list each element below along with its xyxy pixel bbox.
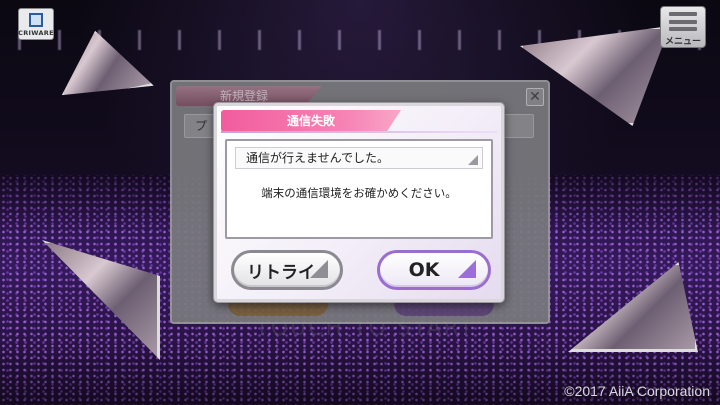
message-headline: 通信が行えませんでした。 <box>246 151 390 165</box>
corner-triangle-icon <box>310 260 328 278</box>
retry-button-label: リトライ <box>247 262 315 283</box>
error-dialog: 通信失敗 通信が行えませんでした。 端末の通信環境をお確かめください。 リトライ… <box>214 103 504 302</box>
menu-button-label: メニュー <box>664 37 701 47</box>
cube-icon <box>29 13 43 27</box>
hamburger-icon <box>669 12 697 31</box>
criware-logo: CRIWARE <box>18 8 54 40</box>
menu-button[interactable]: メニュー <box>660 6 706 48</box>
corner-triangle-icon <box>458 260 476 278</box>
criware-logo-text: CRIWARE <box>18 29 54 37</box>
dialog-title: 通信失敗 <box>221 110 401 132</box>
message-body: 端末の通信環境をお確かめください。 <box>261 186 457 200</box>
close-icon[interactable]: ✕ <box>526 88 544 106</box>
dialog-title-divider <box>221 131 497 133</box>
copyright-text: ©2017 AiiA Corporation <box>564 383 710 399</box>
ok-button[interactable]: OK <box>377 250 491 290</box>
message-box: 通信が行えませんでした。 端末の通信環境をお確かめください。 <box>225 139 493 239</box>
message-headline-box: 通信が行えませんでした。 <box>235 147 483 169</box>
corner-triangle-icon <box>468 155 478 165</box>
ok-button-label: OK <box>408 259 440 281</box>
retry-button[interactable]: リトライ <box>231 250 343 290</box>
